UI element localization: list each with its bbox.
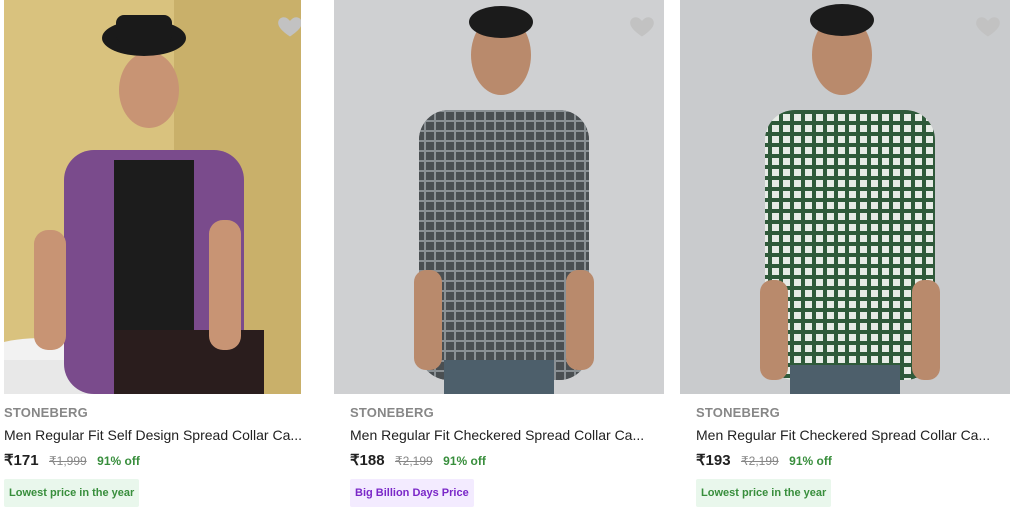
product-title[interactable]: Men Regular Fit Self Design Spread Colla… (4, 426, 324, 444)
product-grid: STONEBERG Men Regular Fit Self Design Sp… (0, 0, 1010, 509)
product-photo (4, 0, 301, 394)
product-mrp: ₹2,199 (741, 454, 779, 468)
product-brand: STONEBERG (350, 405, 434, 420)
product-title[interactable]: Men Regular Fit Checkered Spread Collar … (350, 426, 670, 444)
price-row: ₹188 ₹2,199 91% off (350, 452, 670, 470)
product-discount: 91% off (97, 454, 140, 468)
price-tag: Lowest price in the year (696, 479, 832, 507)
product-discount: 91% off (789, 454, 832, 468)
product-mrp: ₹2,199 (395, 454, 433, 468)
product-image[interactable] (4, 0, 301, 394)
product-info: STONEBERG Men Regular Fit Checkered Spre… (696, 404, 1010, 507)
product-info: STONEBERG Men Regular Fit Self Design Sp… (4, 404, 324, 507)
product-discount: 91% off (443, 454, 486, 468)
heart-icon[interactable] (974, 12, 1002, 40)
heart-icon[interactable] (276, 12, 301, 40)
product-photo (680, 0, 1010, 394)
product-title[interactable]: Men Regular Fit Checkered Spread Collar … (696, 426, 1010, 444)
product-info: STONEBERG Men Regular Fit Checkered Spre… (350, 404, 670, 507)
price-tag: Lowest price in the year (4, 479, 140, 507)
product-price: ₹171 (4, 452, 39, 469)
product-price: ₹188 (350, 452, 385, 469)
product-image[interactable] (680, 0, 1010, 394)
product-photo (334, 0, 664, 394)
product-price: ₹193 (696, 452, 731, 469)
price-row: ₹171 ₹1,999 91% off (4, 452, 324, 470)
price-tag: Big Billion Days Price (350, 479, 474, 507)
product-brand: STONEBERG (696, 405, 780, 420)
price-row: ₹193 ₹2,199 91% off (696, 452, 1010, 470)
product-image[interactable] (334, 0, 664, 394)
product-card[interactable]: STONEBERG Men Regular Fit Checkered Spre… (334, 0, 676, 509)
product-brand: STONEBERG (4, 405, 88, 420)
product-mrp: ₹1,999 (49, 454, 87, 468)
heart-icon[interactable] (628, 12, 656, 40)
product-card[interactable]: STONEBERG Men Regular Fit Self Design Sp… (0, 0, 330, 509)
product-card[interactable]: STONEBERG Men Regular Fit Checkered Spre… (680, 0, 1010, 509)
